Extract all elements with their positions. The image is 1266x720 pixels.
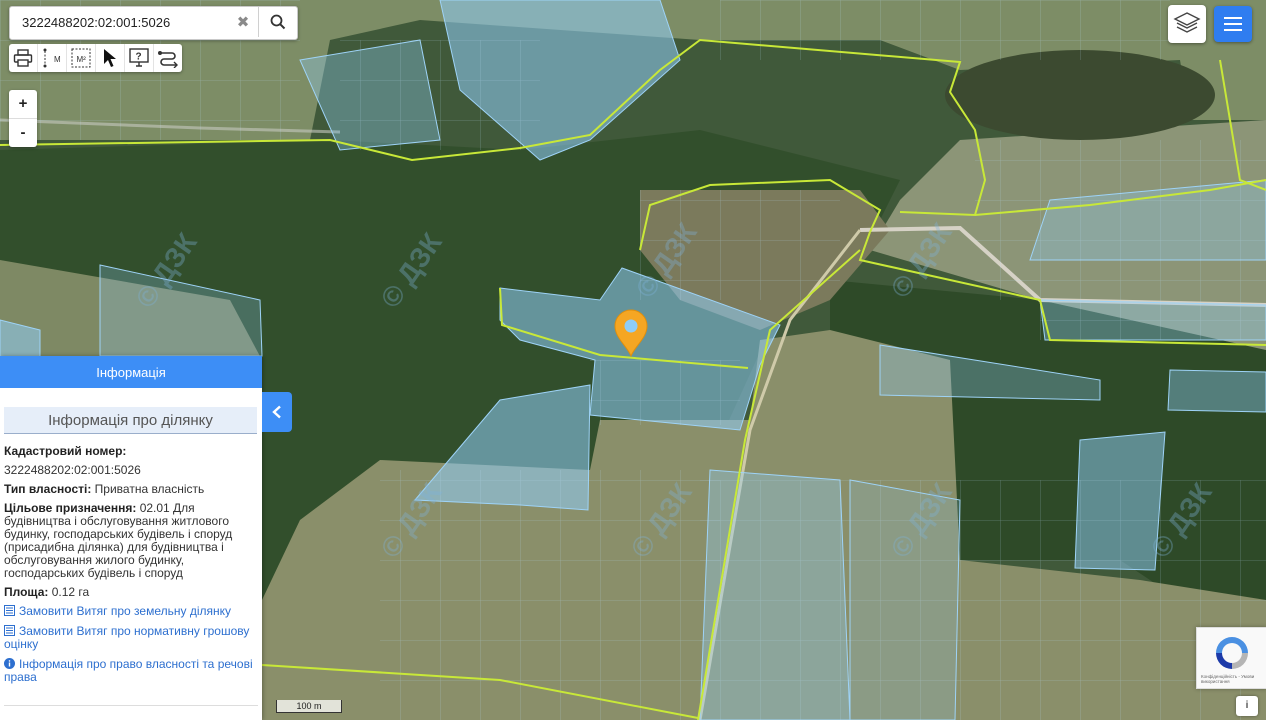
link-label: Інформація про право власності та речові… — [4, 657, 253, 684]
scale-bar: 100 m — [276, 700, 342, 713]
link-label: Замовити Витяг про нормативну грошову оц… — [4, 624, 250, 651]
order-land-extract-link[interactable]: Замовити Витяг про земельну ділянку — [4, 605, 257, 618]
measure-distance-button[interactable]: M — [38, 44, 67, 72]
cadastral-value: 3222488202:02:001:5026 — [4, 463, 141, 477]
layers-button[interactable] — [1168, 5, 1206, 43]
zoom-control: + - — [9, 90, 37, 147]
document-icon — [4, 605, 15, 616]
order-valuation-extract-link[interactable]: Замовити Витяг про нормативну грошову оц… — [4, 625, 257, 651]
area-label: Площа: — [4, 585, 49, 599]
print-button[interactable] — [9, 44, 38, 72]
section-title: Інформація про ділянку — [4, 407, 257, 434]
collapse-panel-button[interactable] — [262, 392, 292, 432]
pointer-tool-button[interactable] — [96, 44, 125, 72]
lake — [945, 50, 1215, 140]
recaptcha-icon — [1216, 637, 1248, 669]
route-tool-button[interactable] — [154, 44, 182, 72]
cadastral-search-input[interactable] — [10, 7, 237, 37]
panel-body: Інформація про ділянку Кадастровий номер… — [0, 388, 262, 684]
identify-icon: ? — [129, 48, 149, 67]
link-label: Замовити Витяг про земельну ділянку — [19, 604, 232, 618]
search-button[interactable] — [258, 7, 297, 37]
menu-button[interactable] — [1214, 6, 1252, 42]
ownership-row: Тип власності: Приватна власність — [4, 483, 257, 496]
ownership-rights-info-link[interactable]: Інформація про право власності та речові… — [4, 658, 257, 684]
zoom-in-button[interactable]: + — [9, 90, 37, 118]
svg-text:M²: M² — [77, 55, 87, 64]
attribution-info-button[interactable]: i — [1236, 696, 1258, 716]
info-panel: Інформація Інформація про ділянку Кадаст… — [0, 356, 262, 720]
cadastral-label: Кадастровий номер: — [4, 444, 127, 458]
measure-area-button[interactable]: M² — [67, 44, 96, 72]
measure-distance-icon: M — [43, 48, 61, 68]
area-row: Площа: 0.12 га — [4, 586, 257, 599]
print-icon — [13, 49, 33, 67]
panel-header: Інформація — [0, 356, 262, 388]
search-icon — [270, 14, 286, 30]
purpose-row: Цільове призначення: 02.01 Для будівницт… — [4, 502, 257, 580]
hamburger-icon — [1224, 29, 1242, 31]
purpose-label: Цільове призначення: — [4, 501, 137, 515]
pointer-icon — [104, 49, 116, 67]
layers-icon — [1173, 12, 1201, 33]
hamburger-icon — [1224, 23, 1242, 25]
map-toolbar: M M² ? — [9, 44, 182, 72]
hamburger-icon — [1224, 17, 1242, 19]
identify-tool-button[interactable]: ? — [125, 44, 154, 72]
route-icon — [158, 51, 178, 68]
area-value: 0.12 га — [51, 585, 90, 599]
ownership-label: Тип власності: — [4, 482, 92, 496]
svg-text:?: ? — [136, 52, 142, 63]
svg-text:M: M — [54, 55, 61, 64]
recaptcha-badge[interactable]: Конфіденційність - Умови використання — [1196, 627, 1266, 689]
clear-search-icon[interactable]: ✖ — [232, 12, 254, 34]
zoom-out-button[interactable]: - — [9, 118, 37, 147]
search-box: ✖ — [9, 6, 298, 40]
document-icon — [4, 625, 15, 636]
chevron-left-icon — [272, 405, 281, 419]
recaptcha-text: Конфіденційність - Умови використання — [1201, 674, 1255, 684]
ownership-value: Приватна власність — [94, 482, 205, 496]
measure-area-icon: M² — [71, 48, 91, 68]
info-circle-icon — [4, 658, 15, 669]
panel-divider — [4, 705, 258, 706]
